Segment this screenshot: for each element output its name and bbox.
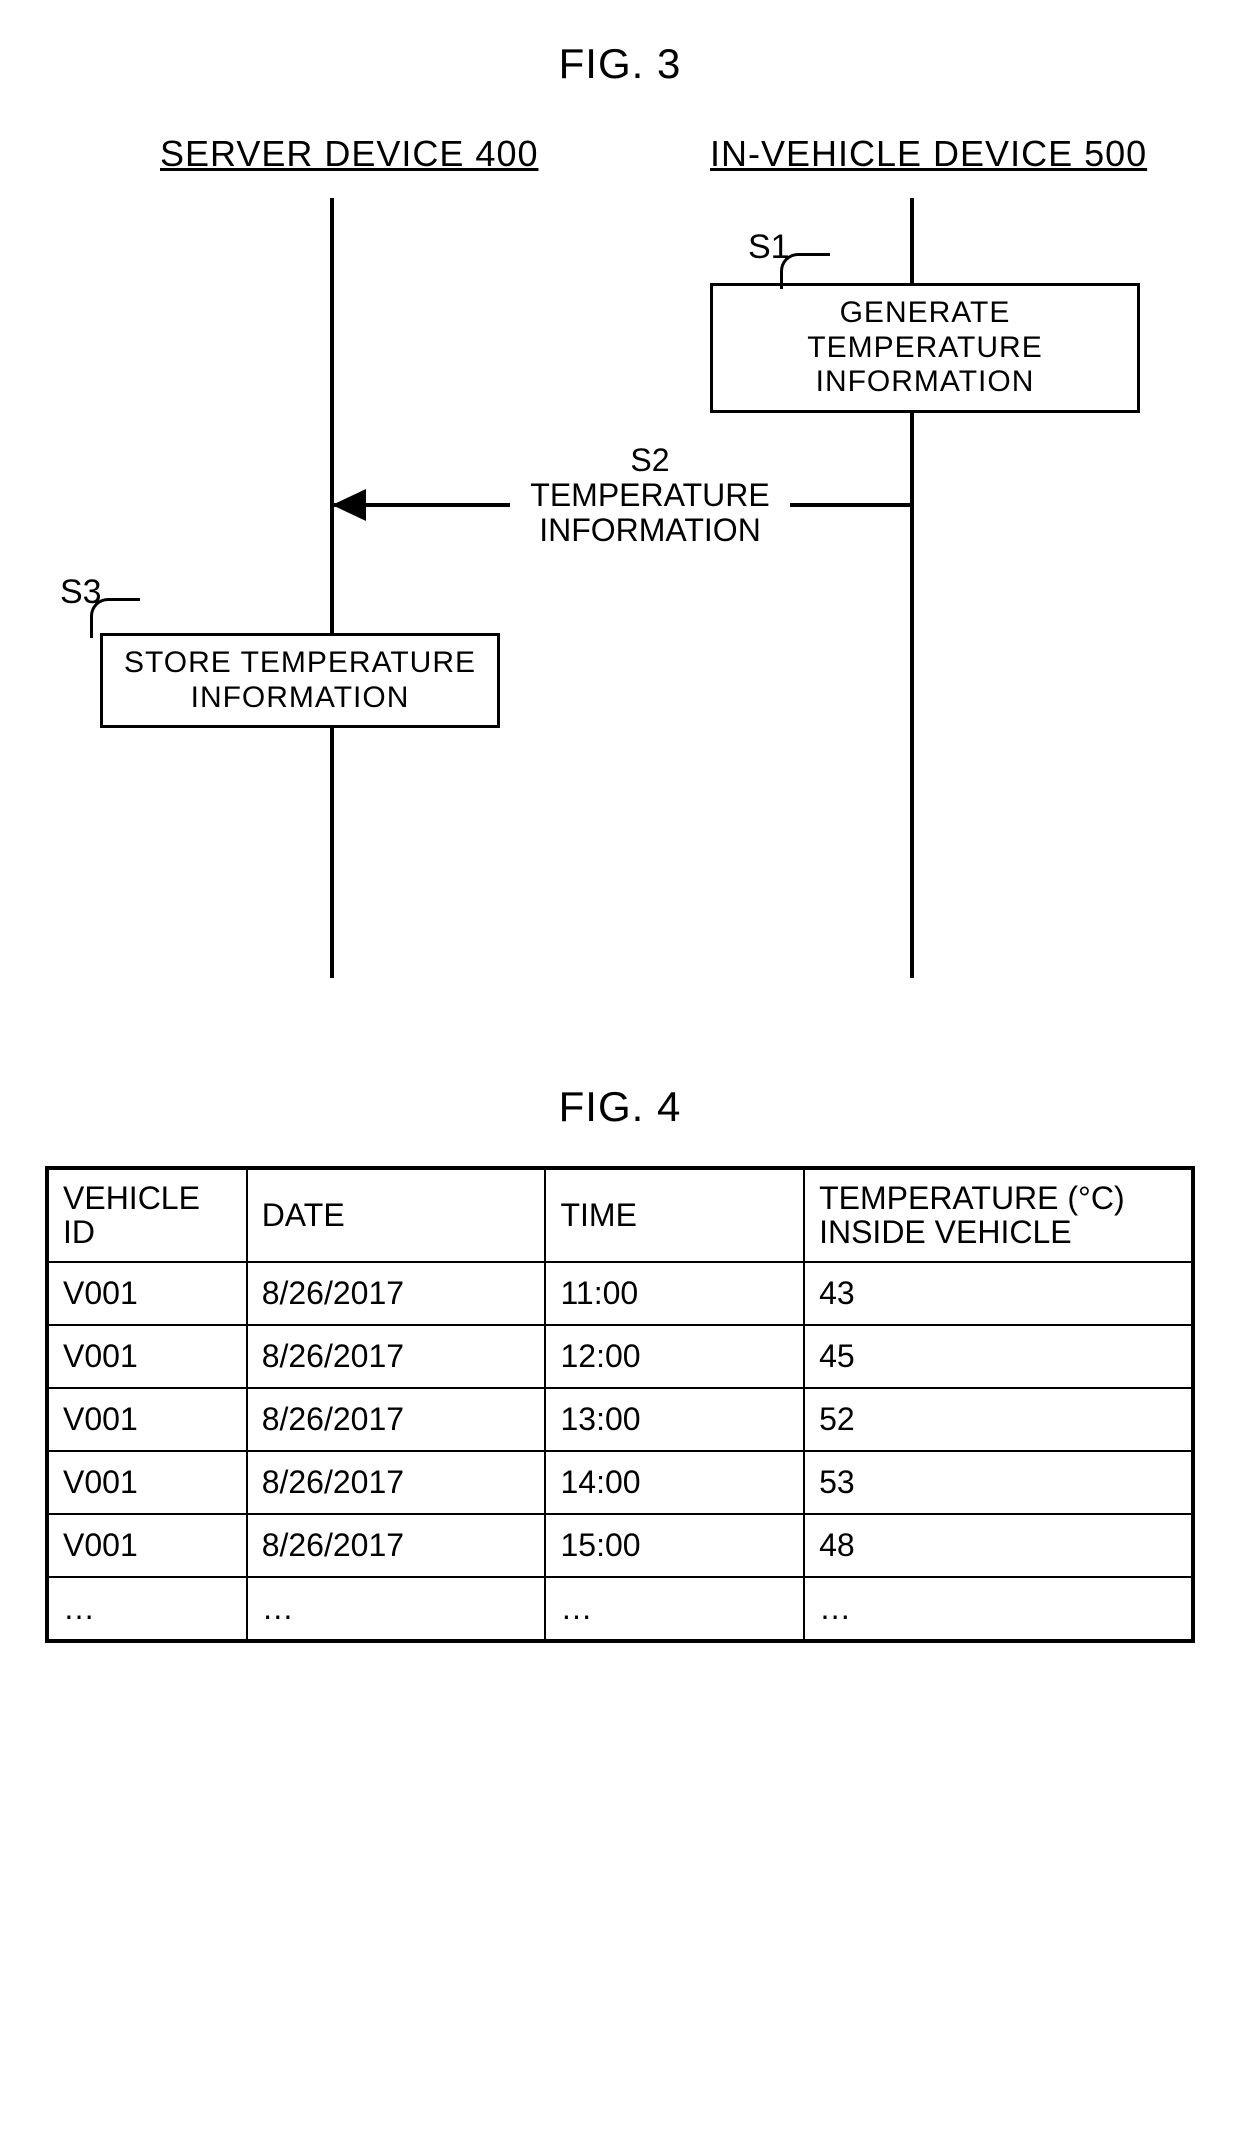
cell-temp: 53 [804, 1451, 1193, 1514]
leader-s1 [780, 253, 830, 289]
lifeline-server [330, 198, 334, 978]
cell-vehicle-id: V001 [47, 1325, 247, 1388]
table-row: V001 8/26/2017 11:00 43 [47, 1262, 1193, 1325]
cell-vehicle-id: V001 [47, 1514, 247, 1577]
cell-time: 15:00 [545, 1514, 804, 1577]
table-row: V001 8/26/2017 15:00 48 [47, 1514, 1193, 1577]
leader-s3 [90, 598, 140, 638]
step-s3-box: STORE TEMPERATURE INFORMATION [100, 633, 500, 728]
cell-temp: 43 [804, 1262, 1193, 1325]
cell-date: 8/26/2017 [247, 1451, 546, 1514]
table-row: V001 8/26/2017 13:00 52 [47, 1388, 1193, 1451]
cell-vehicle-id: V001 [47, 1388, 247, 1451]
cell-vehicle-id: V001 [47, 1262, 247, 1325]
figure3-title: FIG. 3 [40, 40, 1200, 88]
table-row-ellipsis: … … … … [47, 1577, 1193, 1641]
figure4-title: FIG. 4 [40, 1083, 1200, 1131]
temperature-table: VEHICLE ID DATE TIME TEMPERATURE (°C) IN… [45, 1166, 1195, 1643]
cell-time: 14:00 [545, 1451, 804, 1514]
step-s1-box: GENERATE TEMPERATURE INFORMATION [710, 283, 1140, 413]
table-row: V001 8/26/2017 12:00 45 [47, 1325, 1193, 1388]
message-s2-arrowhead [332, 489, 366, 521]
cell-date: 8/26/2017 [247, 1388, 546, 1451]
cell-temp: 52 [804, 1388, 1193, 1451]
cell-ellipsis: … [47, 1577, 247, 1641]
cell-vehicle-id: V001 [47, 1451, 247, 1514]
col-vehicle-id: VEHICLE ID [47, 1168, 247, 1262]
col-time: TIME [545, 1168, 804, 1262]
cell-temp: 45 [804, 1325, 1193, 1388]
col-date: DATE [247, 1168, 546, 1262]
cell-time: 13:00 [545, 1388, 804, 1451]
cell-time: 11:00 [545, 1262, 804, 1325]
cell-ellipsis: … [804, 1577, 1193, 1641]
message-s2-label-text: TEMPERATURE INFORMATION [530, 477, 769, 548]
cell-ellipsis: … [247, 1577, 546, 1641]
message-s2-label: S2 TEMPERATURE INFORMATION [510, 441, 790, 551]
cell-date: 8/26/2017 [247, 1325, 546, 1388]
cell-time: 12:00 [545, 1325, 804, 1388]
table-header-row: VEHICLE ID DATE TIME TEMPERATURE (°C) IN… [47, 1168, 1193, 1262]
cell-temp: 48 [804, 1514, 1193, 1577]
lane-vehicle-title: IN-VEHICLE DEVICE 500 [710, 133, 1147, 175]
cell-ellipsis: … [545, 1577, 804, 1641]
lane-server-title: SERVER DEVICE 400 [160, 133, 539, 175]
sequence-diagram: SERVER DEVICE 400 IN-VEHICLE DEVICE 500 … [70, 123, 1170, 1003]
col-temperature: TEMPERATURE (°C) INSIDE VEHICLE [804, 1168, 1193, 1262]
cell-date: 8/26/2017 [247, 1514, 546, 1577]
table-row: V001 8/26/2017 14:00 53 [47, 1451, 1193, 1514]
message-s2-label-id: S2 [630, 442, 669, 478]
cell-date: 8/26/2017 [247, 1262, 546, 1325]
